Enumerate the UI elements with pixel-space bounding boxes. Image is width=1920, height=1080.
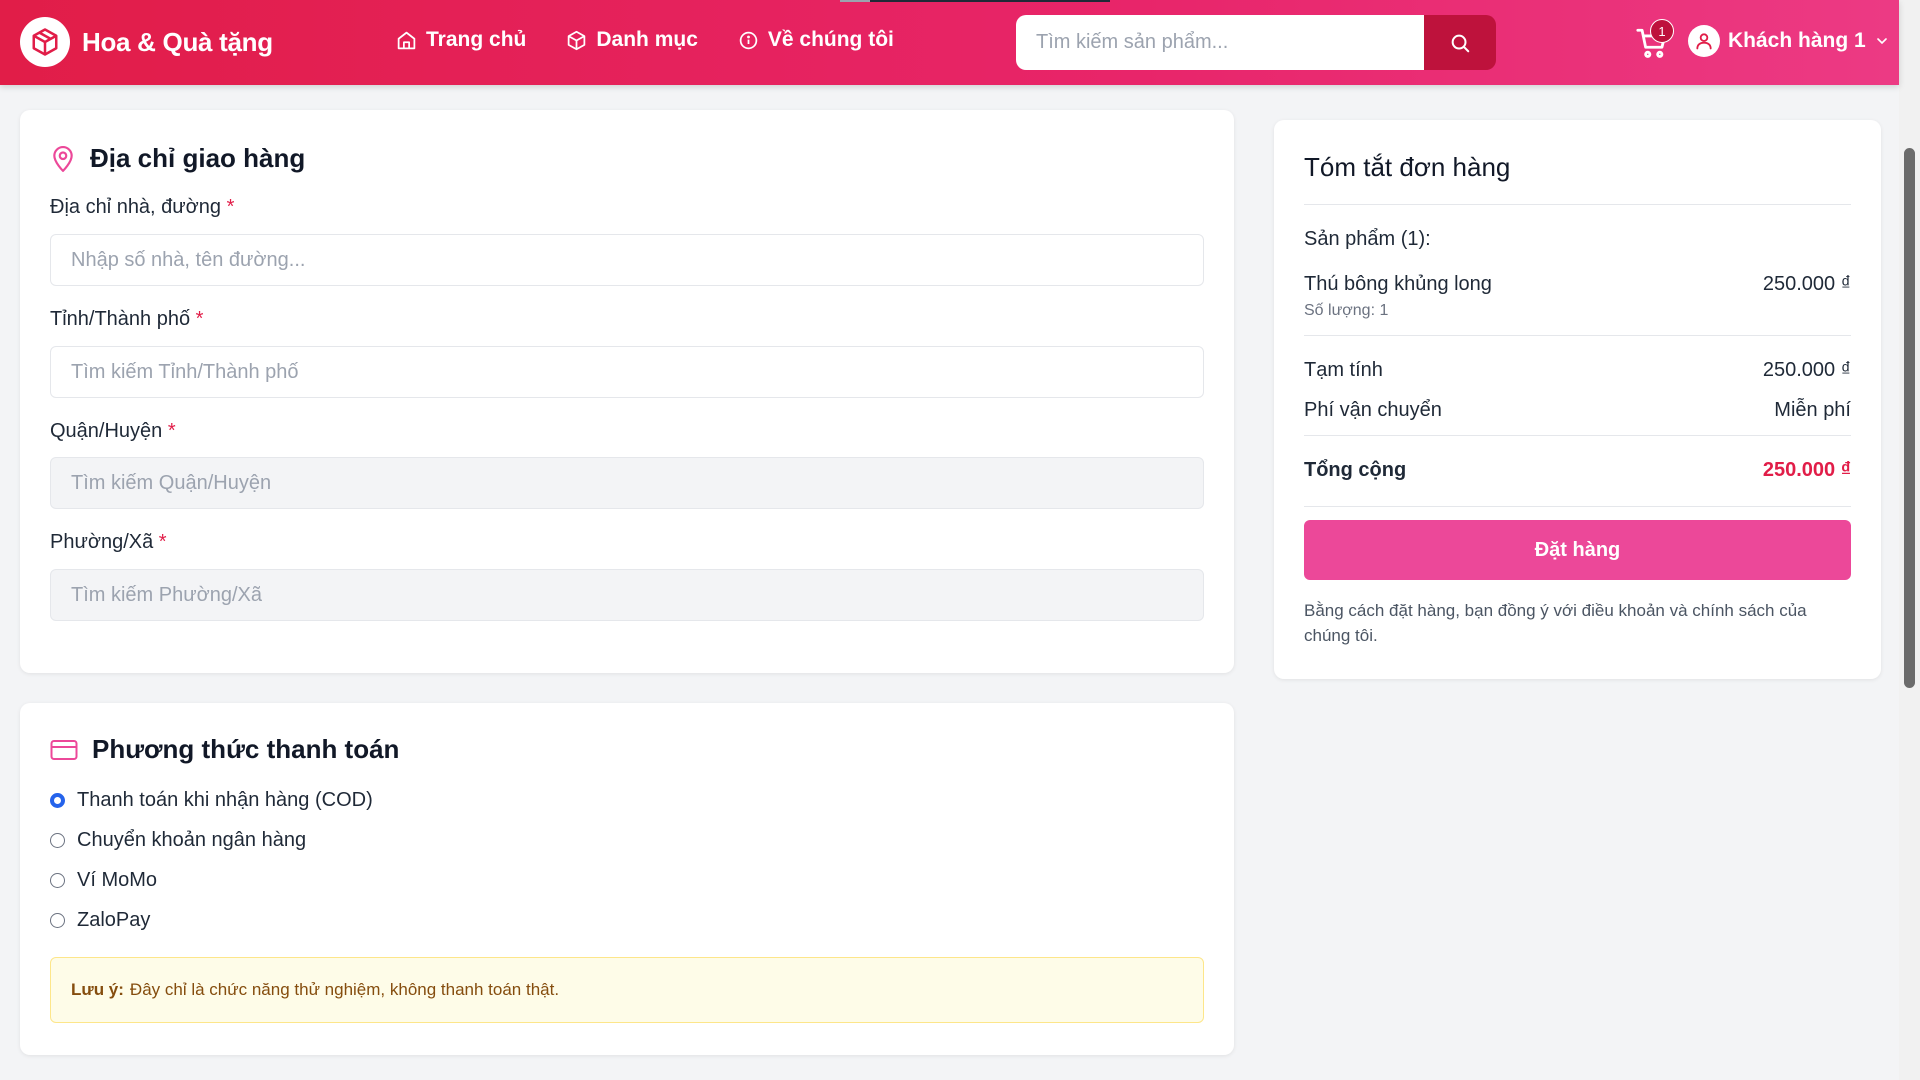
info-icon <box>739 31 758 49</box>
payment-option-bank-transfer[interactable]: Chuyển khoản ngân hàng <box>50 829 306 852</box>
payment-method-title-text: Phương thức thanh toán <box>92 734 400 764</box>
ward-label-text: Phường/Xã <box>50 531 154 553</box>
required-marker: * <box>195 308 204 330</box>
shipping-address-title-text: Địa chỉ giao hàng <box>90 143 306 173</box>
top-header: Hoa & Quà tặng Trang chủ Danh mục Về chú… <box>0 0 1899 85</box>
payment-option-label: ZaloPay <box>77 909 151 931</box>
required-marker: * <box>226 196 235 218</box>
credit-card-icon <box>50 739 78 760</box>
order-summary-card: Tóm tắt đơn hàng Sản phẩm (1): Thú bông … <box>1274 120 1881 679</box>
user-icon <box>1688 25 1720 57</box>
radio-button[interactable] <box>50 873 65 888</box>
radio-button[interactable] <box>50 833 65 848</box>
payment-option-label: Chuyển khoản ngân hàng <box>77 829 307 851</box>
search-icon <box>1451 34 1470 52</box>
notice-label: Lưu ý: <box>71 980 124 999</box>
divider <box>1304 204 1851 205</box>
payment-method-card: Phương thức thanh toán Thanh toán khi nh… <box>20 703 1234 1055</box>
payment-method-title: Phương thức thanh toán <box>50 734 399 765</box>
subtotal-label: Tạm tính <box>1304 359 1383 381</box>
required-marker: * <box>158 531 167 553</box>
divider <box>1304 335 1851 336</box>
province-label-text: Tỉnh/Thành phố <box>50 308 191 330</box>
nav-home[interactable]: Trang chủ <box>396 28 526 52</box>
subtotal-value: 250.000 ₫ <box>1762 359 1851 381</box>
payment-option-label: Ví MoMo <box>77 869 158 891</box>
ward-label: Phường/Xã * <box>50 531 167 554</box>
nav-about[interactable]: Về chúng tôi <box>738 28 894 52</box>
product-quantity: Số lượng: 1 <box>1304 302 1389 319</box>
page-scrollbar[interactable] <box>1899 0 1920 1080</box>
payment-option-momo[interactable]: Ví MoMo <box>50 869 157 892</box>
search-bar <box>1016 15 1496 70</box>
total-value: 250.000 ₫ <box>1762 459 1851 481</box>
required-marker: * <box>167 420 176 442</box>
place-order-button[interactable]: Đặt hàng <box>1304 520 1851 580</box>
product-name: Thú bông khủng long <box>1304 273 1492 295</box>
ward-search-input[interactable] <box>50 569 1204 621</box>
search-input[interactable] <box>1016 15 1424 70</box>
product-price: 250.000 ₫ <box>1762 273 1851 295</box>
nav-categories-label: Danh mục <box>596 28 698 51</box>
order-summary-title: Tóm tắt đơn hàng <box>1304 152 1511 182</box>
district-search-input[interactable] <box>50 457 1204 509</box>
nav-categories[interactable]: Danh mục <box>566 28 698 52</box>
radio-button[interactable] <box>50 913 65 928</box>
province-label: Tỉnh/Thành phố * <box>50 308 203 331</box>
shipping-address-title: Địa chỉ giao hàng <box>50 143 305 174</box>
main-nav: Trang chủ Danh mục Về chúng tôi <box>396 28 894 52</box>
street-input[interactable] <box>50 234 1204 286</box>
products-heading: Sản phẩm (1): <box>1304 228 1431 250</box>
user-menu[interactable]: Khách hàng 1 <box>1688 25 1890 57</box>
shipping-address-card: Địa chỉ giao hàng Địa chỉ nhà, đường * T… <box>20 110 1234 673</box>
brand-logo[interactable]: Hoa & Quà tặng <box>20 17 273 67</box>
scrollbar-thumb[interactable] <box>1904 148 1915 688</box>
payment-option-zalopay[interactable]: ZaloPay <box>50 909 150 932</box>
home-icon <box>397 31 416 49</box>
user-name: Khách hàng 1 <box>1728 29 1866 52</box>
payment-option-cod[interactable]: Thanh toán khi nhận hàng (COD) <box>50 789 373 812</box>
notice-text: Đây chỉ là chức năng thử nghiệm, không t… <box>129 980 560 999</box>
nav-home-label: Trang chủ <box>426 28 527 51</box>
payment-option-label: Thanh toán khi nhận hàng (COD) <box>77 789 373 811</box>
shipping-fee-label: Phí vận chuyển <box>1304 399 1442 421</box>
gift-box-icon <box>20 17 70 67</box>
total-label: Tổng cộng <box>1304 459 1407 481</box>
search-button[interactable] <box>1424 15 1496 70</box>
cart-count-badge: 1 <box>1650 19 1674 43</box>
nav-about-label: Về chúng tôi <box>767 28 894 51</box>
district-label-text: Quận/Huyện <box>50 420 163 442</box>
chevron-down-icon <box>1876 38 1887 45</box>
page-load-progress <box>0 0 1110 2</box>
brand-name: Hoa & Quà tặng <box>82 26 273 57</box>
divider <box>1304 506 1851 507</box>
test-mode-notice: Lưu ý: Đây chỉ là chức năng thử nghiệm, … <box>50 957 1204 1023</box>
map-pin-icon <box>53 145 73 172</box>
terms-notice: Bằng cách đặt hàng, bạn đồng ý với điều … <box>1304 601 1807 645</box>
package-icon <box>568 30 586 50</box>
divider <box>1304 435 1851 436</box>
province-search-input[interactable] <box>50 346 1204 398</box>
district-label: Quận/Huyện * <box>50 420 176 443</box>
street-label: Địa chỉ nhà, đường * <box>50 196 234 219</box>
shipping-fee-value: Miễn phí <box>1774 399 1851 421</box>
street-label-text: Địa chỉ nhà, đường <box>50 196 222 218</box>
radio-button[interactable] <box>50 793 65 808</box>
